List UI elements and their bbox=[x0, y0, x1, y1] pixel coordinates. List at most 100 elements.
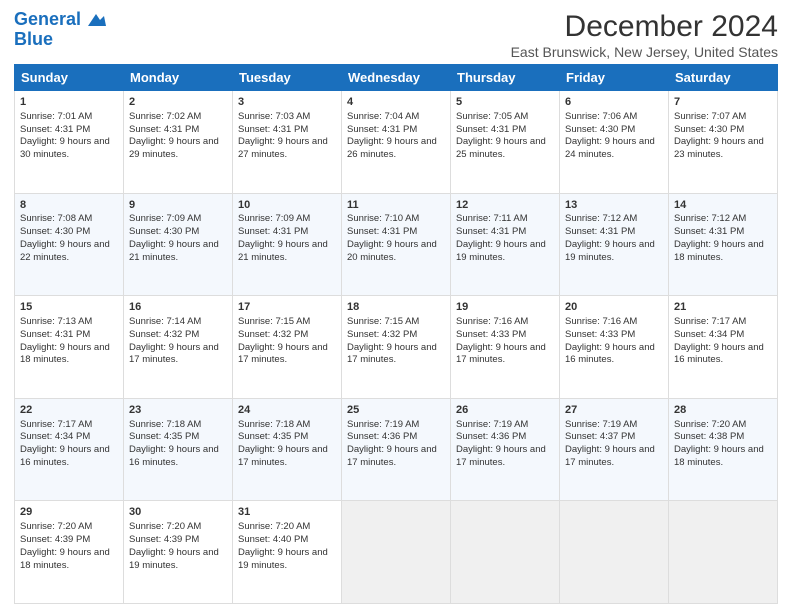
table-row: 26Sunrise: 7:19 AMSunset: 4:36 PMDayligh… bbox=[451, 398, 560, 501]
table-row: 7Sunrise: 7:07 AMSunset: 4:30 PMDaylight… bbox=[669, 91, 778, 194]
day-info: Sunrise: 7:20 AM bbox=[238, 521, 336, 534]
day-info: Daylight: 9 hours and 17 minutes. bbox=[565, 444, 663, 470]
day-info: Sunrise: 7:09 AM bbox=[238, 213, 336, 226]
day-info: Daylight: 9 hours and 16 minutes. bbox=[129, 444, 227, 470]
day-info: Sunset: 4:34 PM bbox=[674, 329, 772, 342]
day-info: Sunrise: 7:20 AM bbox=[129, 521, 227, 534]
day-info: Sunset: 4:33 PM bbox=[565, 329, 663, 342]
day-info: Sunset: 4:37 PM bbox=[565, 431, 663, 444]
col-tuesday: Tuesday bbox=[233, 65, 342, 91]
day-info: Sunrise: 7:06 AM bbox=[565, 111, 663, 124]
day-info: Daylight: 9 hours and 19 minutes. bbox=[238, 547, 336, 573]
table-row: 27Sunrise: 7:19 AMSunset: 4:37 PMDayligh… bbox=[560, 398, 669, 501]
day-number: 26 bbox=[456, 403, 554, 418]
calendar-week-row: 29Sunrise: 7:20 AMSunset: 4:39 PMDayligh… bbox=[15, 501, 778, 604]
day-info: Sunrise: 7:07 AM bbox=[674, 111, 772, 124]
day-info: Sunset: 4:31 PM bbox=[238, 124, 336, 137]
day-info: Daylight: 9 hours and 17 minutes. bbox=[347, 444, 445, 470]
day-info: Sunset: 4:31 PM bbox=[238, 226, 336, 239]
day-info: Daylight: 9 hours and 17 minutes. bbox=[347, 342, 445, 368]
table-row: 22Sunrise: 7:17 AMSunset: 4:34 PMDayligh… bbox=[15, 398, 124, 501]
col-saturday: Saturday bbox=[669, 65, 778, 91]
day-number: 31 bbox=[238, 505, 336, 520]
day-number: 11 bbox=[347, 198, 445, 213]
table-row: 23Sunrise: 7:18 AMSunset: 4:35 PMDayligh… bbox=[124, 398, 233, 501]
day-info: Sunrise: 7:05 AM bbox=[456, 111, 554, 124]
day-info: Sunset: 4:31 PM bbox=[347, 226, 445, 239]
day-number: 24 bbox=[238, 403, 336, 418]
table-row: 19Sunrise: 7:16 AMSunset: 4:33 PMDayligh… bbox=[451, 296, 560, 399]
day-number: 12 bbox=[456, 198, 554, 213]
table-row: 5Sunrise: 7:05 AMSunset: 4:31 PMDaylight… bbox=[451, 91, 560, 194]
day-info: Daylight: 9 hours and 19 minutes. bbox=[456, 239, 554, 265]
calendar-week-row: 15Sunrise: 7:13 AMSunset: 4:31 PMDayligh… bbox=[15, 296, 778, 399]
day-info: Sunrise: 7:20 AM bbox=[20, 521, 118, 534]
day-number: 8 bbox=[20, 198, 118, 213]
day-info: Sunset: 4:38 PM bbox=[674, 431, 772, 444]
logo-text: General bbox=[14, 10, 108, 30]
day-info: Sunset: 4:31 PM bbox=[20, 329, 118, 342]
day-info: Sunrise: 7:18 AM bbox=[238, 419, 336, 432]
table-row bbox=[669, 501, 778, 604]
day-info: Sunset: 4:30 PM bbox=[129, 226, 227, 239]
day-number: 2 bbox=[129, 95, 227, 110]
day-number: 27 bbox=[565, 403, 663, 418]
day-info: Daylight: 9 hours and 27 minutes. bbox=[238, 136, 336, 162]
table-row: 30Sunrise: 7:20 AMSunset: 4:39 PMDayligh… bbox=[124, 501, 233, 604]
day-info: Sunset: 4:31 PM bbox=[456, 226, 554, 239]
day-info: Sunrise: 7:16 AM bbox=[565, 316, 663, 329]
day-info: Sunset: 4:32 PM bbox=[129, 329, 227, 342]
table-row: 3Sunrise: 7:03 AMSunset: 4:31 PMDaylight… bbox=[233, 91, 342, 194]
table-row: 10Sunrise: 7:09 AMSunset: 4:31 PMDayligh… bbox=[233, 193, 342, 296]
table-row: 8Sunrise: 7:08 AMSunset: 4:30 PMDaylight… bbox=[15, 193, 124, 296]
main-title: December 2024 bbox=[511, 10, 778, 44]
col-sunday: Sunday bbox=[15, 65, 124, 91]
day-info: Sunset: 4:32 PM bbox=[238, 329, 336, 342]
calendar-header-row: Sunday Monday Tuesday Wednesday Thursday… bbox=[15, 65, 778, 91]
day-info: Sunset: 4:31 PM bbox=[456, 124, 554, 137]
day-info: Sunrise: 7:04 AM bbox=[347, 111, 445, 124]
day-info: Sunrise: 7:17 AM bbox=[674, 316, 772, 329]
col-thursday: Thursday bbox=[451, 65, 560, 91]
day-info: Sunset: 4:39 PM bbox=[129, 534, 227, 547]
day-info: Daylight: 9 hours and 21 minutes. bbox=[129, 239, 227, 265]
day-info: Daylight: 9 hours and 17 minutes. bbox=[456, 444, 554, 470]
calendar-week-row: 22Sunrise: 7:17 AMSunset: 4:34 PMDayligh… bbox=[15, 398, 778, 501]
day-info: Sunset: 4:34 PM bbox=[20, 431, 118, 444]
day-info: Daylight: 9 hours and 16 minutes. bbox=[20, 444, 118, 470]
day-info: Daylight: 9 hours and 21 minutes. bbox=[238, 239, 336, 265]
day-info: Sunset: 4:32 PM bbox=[347, 329, 445, 342]
calendar-table: Sunday Monday Tuesday Wednesday Thursday… bbox=[14, 64, 778, 604]
day-info: Daylight: 9 hours and 18 minutes. bbox=[674, 444, 772, 470]
day-info: Sunset: 4:31 PM bbox=[129, 124, 227, 137]
day-info: Daylight: 9 hours and 22 minutes. bbox=[20, 239, 118, 265]
day-number: 4 bbox=[347, 95, 445, 110]
table-row: 6Sunrise: 7:06 AMSunset: 4:30 PMDaylight… bbox=[560, 91, 669, 194]
day-info: Sunset: 4:31 PM bbox=[20, 124, 118, 137]
day-number: 29 bbox=[20, 505, 118, 520]
day-number: 3 bbox=[238, 95, 336, 110]
day-info: Sunrise: 7:18 AM bbox=[129, 419, 227, 432]
day-number: 30 bbox=[129, 505, 227, 520]
day-info: Sunset: 4:36 PM bbox=[456, 431, 554, 444]
day-info: Sunrise: 7:11 AM bbox=[456, 213, 554, 226]
table-row: 11Sunrise: 7:10 AMSunset: 4:31 PMDayligh… bbox=[342, 193, 451, 296]
table-row: 21Sunrise: 7:17 AMSunset: 4:34 PMDayligh… bbox=[669, 296, 778, 399]
day-number: 20 bbox=[565, 300, 663, 315]
day-info: Sunset: 4:30 PM bbox=[565, 124, 663, 137]
day-number: 21 bbox=[674, 300, 772, 315]
day-number: 6 bbox=[565, 95, 663, 110]
day-info: Sunrise: 7:15 AM bbox=[238, 316, 336, 329]
table-row: 1Sunrise: 7:01 AMSunset: 4:31 PMDaylight… bbox=[15, 91, 124, 194]
day-info: Daylight: 9 hours and 18 minutes. bbox=[20, 342, 118, 368]
day-info: Sunrise: 7:02 AM bbox=[129, 111, 227, 124]
day-number: 17 bbox=[238, 300, 336, 315]
day-info: Sunrise: 7:14 AM bbox=[129, 316, 227, 329]
table-row: 9Sunrise: 7:09 AMSunset: 4:30 PMDaylight… bbox=[124, 193, 233, 296]
title-section: December 2024 East Brunswick, New Jersey… bbox=[511, 10, 778, 60]
day-info: Sunrise: 7:12 AM bbox=[565, 213, 663, 226]
table-row: 31Sunrise: 7:20 AMSunset: 4:40 PMDayligh… bbox=[233, 501, 342, 604]
day-number: 14 bbox=[674, 198, 772, 213]
day-info: Daylight: 9 hours and 26 minutes. bbox=[347, 136, 445, 162]
day-info: Daylight: 9 hours and 17 minutes. bbox=[129, 342, 227, 368]
